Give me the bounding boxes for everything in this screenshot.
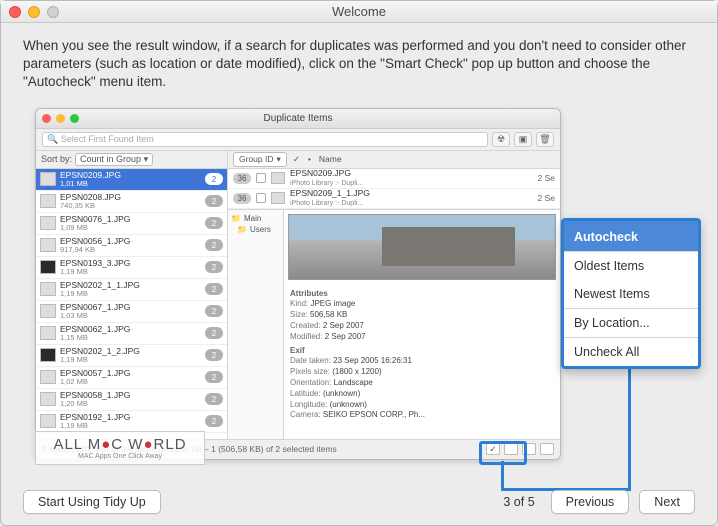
screenshot-title: Duplicate Items [36, 113, 560, 124]
callout-connector [628, 368, 631, 491]
detail-item-list: 36EPSN0209.JPGiPhoto Library :- Dupli...… [228, 169, 560, 209]
apple-icon: ● [101, 436, 111, 453]
file-thumb-icon [40, 304, 56, 318]
file-thumb-icon [40, 194, 56, 208]
list-item: EPSN0193_3.JPG1,19 MB2 [36, 257, 227, 279]
attributes-panel: Attributes Kind: JPEG image Size: 506,58… [284, 284, 560, 424]
previous-button[interactable]: Previous [551, 490, 630, 514]
file-thumb-icon [40, 326, 56, 340]
footer-bar: Start Using Tidy Up 3 of 5 Previous Next [1, 479, 717, 525]
sort-dropdown: Count in Group ▾ [75, 153, 153, 166]
list-item: EPSN0076_1.JPG1,09 MB2 [36, 213, 227, 235]
window-title: Welcome [1, 4, 717, 19]
smartcheck-menu: Autocheck Oldest Items Newest Items By L… [561, 218, 701, 369]
checkbox-icon [256, 173, 266, 183]
list-item: EPSN0202_1_2.JPG1,19 MB2 [36, 345, 227, 367]
page-indicator: 3 of 5 [503, 495, 534, 509]
file-thumb-icon [40, 260, 56, 274]
search-field: 🔍 Select First Found Item [42, 132, 488, 147]
file-thumb-icon [40, 392, 56, 406]
embedded-result-window: Duplicate Items 🔍 Select First Found Ite… [35, 108, 561, 460]
file-thumb-icon [271, 192, 285, 204]
view-mode-icon [540, 443, 554, 455]
watermark-logo: ALL M●C W●RLD MAC Apps One Click Away [35, 431, 205, 465]
next-button[interactable]: Next [639, 490, 695, 514]
file-thumb-icon [40, 414, 56, 428]
file-list: EPSN0209.JPG1,01 MB2EPSN0208.JPG740,35 K… [36, 169, 227, 439]
window-titlebar: Welcome [1, 1, 717, 23]
folder-icon: 📁 [231, 214, 241, 223]
group-id-button: Group ID▾ [233, 152, 287, 167]
list-item: EPSN0202_1_1.JPG1,19 MB2 [36, 279, 227, 301]
trash-icon: 🗑 [536, 132, 554, 147]
menu-item-bylocation: By Location... [564, 309, 698, 337]
folder-icon: 📁 [237, 225, 247, 234]
list-item: EPSN0192_1.JPG1,19 MB2 [36, 411, 227, 433]
location-tree: 📁Main 📁Users [228, 210, 284, 439]
file-thumb-icon [40, 238, 56, 252]
box-icon: ▣ [514, 132, 532, 147]
file-thumb-icon [40, 348, 56, 362]
instruction-text: When you see the result window, if a sea… [23, 37, 695, 92]
list-item: EPSN0056_1.JPG917,94 KB2 [36, 235, 227, 257]
globe-icon: ● [143, 436, 153, 453]
file-thumb-icon [40, 216, 56, 230]
table-row: 36EPSN0209_1_1.JPGiPhoto Library :- Dupl… [228, 189, 560, 209]
radiation-icon: ☢ [492, 132, 510, 147]
image-preview [288, 214, 556, 280]
checkbox-icon [256, 193, 266, 203]
file-thumb-icon [40, 172, 56, 186]
list-item: EPSN0067_1.JPG1,03 MB2 [36, 301, 227, 323]
file-thumb-icon [271, 172, 285, 184]
list-item: EPSN0058_1.JPG1,20 MB2 [36, 389, 227, 411]
file-thumb-icon [40, 282, 56, 296]
menu-item-oldest: Oldest Items [564, 252, 698, 280]
list-item: EPSN0062_1.JPG1,15 MB2 [36, 323, 227, 345]
file-thumb-icon [40, 370, 56, 384]
list-item: EPSN0208.JPG740,35 KB2 [36, 191, 227, 213]
menu-item-uncheckall: Uncheck All [564, 338, 698, 366]
menu-item-newest: Newest Items [564, 280, 698, 308]
list-item: EPSN0209.JPG1,01 MB2 [36, 169, 227, 191]
list-item: EPSN0057_1.JPG1,02 MB2 [36, 367, 227, 389]
sort-bar: Sort by: Count in Group ▾ [36, 151, 227, 169]
start-using-button[interactable]: Start Using Tidy Up [23, 490, 161, 514]
menu-item-autocheck: Autocheck [564, 221, 698, 251]
table-row: 36EPSN0209.JPGiPhoto Library :- Dupli...… [228, 169, 560, 189]
